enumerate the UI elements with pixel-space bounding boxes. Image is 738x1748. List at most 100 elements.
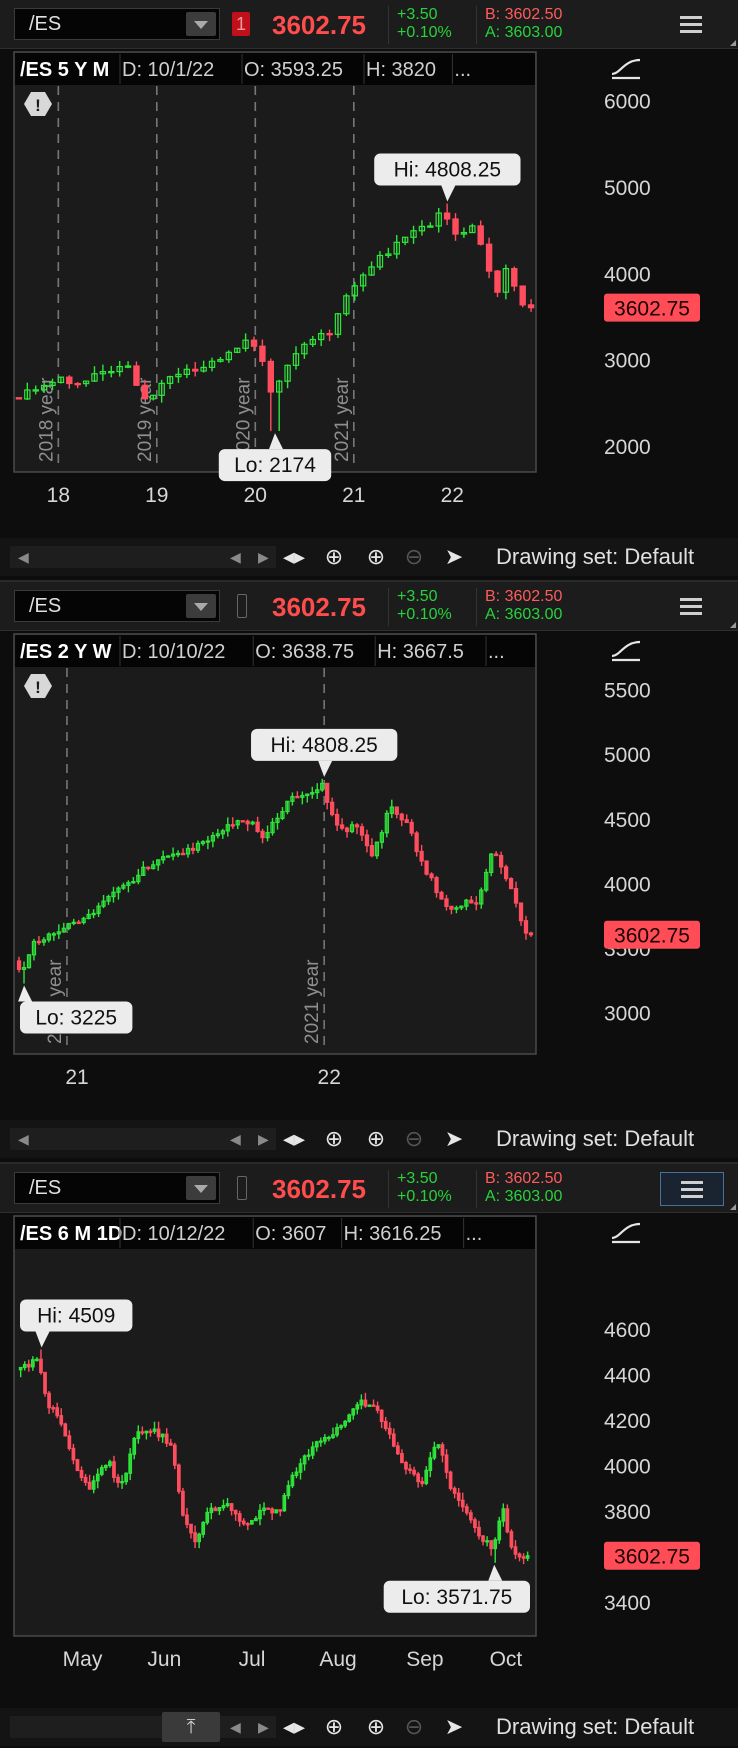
zoom-in-icon[interactable]: ⊕ bbox=[362, 1713, 390, 1741]
link-indicator[interactable] bbox=[237, 1176, 247, 1200]
bid-price: B: 3602.50 bbox=[485, 588, 563, 605]
chart-area[interactable]: /ES 5 Y M D: 10/1/22 O: 3593.25 H: 3820...!… bbox=[0, 48, 738, 544]
candle-body bbox=[140, 1431, 145, 1434]
plot-background[interactable] bbox=[13, 51, 537, 473]
symbol-dropdown-button[interactable] bbox=[186, 594, 216, 618]
scroll-left-step-icon[interactable]: ◀ bbox=[230, 1717, 241, 1737]
scroll-left-step-icon[interactable]: ◀ bbox=[230, 1129, 241, 1149]
high-callout-text: Hi: 4808.25 bbox=[270, 734, 377, 757]
plot-background[interactable] bbox=[13, 633, 537, 1055]
studies-button[interactable] bbox=[606, 1218, 646, 1248]
last-price-bubble-text: 3602.75 bbox=[614, 1546, 690, 1569]
expand-time-icon[interactable]: ◂▸ bbox=[280, 1713, 308, 1741]
zoom-out-icon[interactable]: ⊖ bbox=[400, 1125, 428, 1153]
low-callout-text: Lo: 3571.75 bbox=[401, 1586, 512, 1609]
chart-header-field: H: 3616.25 bbox=[344, 1223, 442, 1245]
x-tick-label: May bbox=[63, 1648, 103, 1671]
chart-header: /ES 6 M 1D D: 10/12/22 O: 3607 H: 3616.25..… bbox=[15, 1217, 535, 1249]
expand-time-icon[interactable]: ◂▸ bbox=[280, 543, 308, 571]
net-change: +3.50 bbox=[397, 6, 438, 23]
candle-body bbox=[325, 782, 330, 803]
candle-body bbox=[528, 932, 534, 936]
pct-change: +0.10% bbox=[397, 606, 452, 623]
menu-button[interactable] bbox=[660, 1172, 724, 1206]
candle-body bbox=[456, 1492, 461, 1501]
pointer-icon[interactable]: ➤ bbox=[440, 543, 468, 571]
chart-panel-1: /ES 1 3602.75 +3.50 +0.10% B: 3602.50 A:… bbox=[0, 0, 738, 582]
scroll-right-step-icon[interactable]: ▶ bbox=[258, 547, 269, 567]
resize-corner-icon[interactable] bbox=[730, 622, 736, 628]
studies-button-hit[interactable] bbox=[606, 636, 646, 666]
y-tick-label: 2000 bbox=[604, 436, 651, 459]
candle-body bbox=[51, 1407, 55, 1410]
candle-body bbox=[419, 850, 424, 862]
scroll-right-step-icon[interactable]: ▶ bbox=[258, 1129, 269, 1149]
candle-body bbox=[404, 819, 409, 824]
crosshair-icon[interactable]: ⊕ bbox=[320, 1125, 348, 1153]
studies-button-hit[interactable] bbox=[606, 54, 646, 84]
drawing-set-label[interactable]: Drawing set: Default bbox=[496, 1125, 694, 1153]
scroll-left-arrow-icon[interactable]: ◀ bbox=[18, 1129, 29, 1149]
zoom-in-icon[interactable]: ⊕ bbox=[362, 543, 390, 571]
zoom-out-icon[interactable]: ⊖ bbox=[400, 543, 428, 571]
candle-body bbox=[15, 397, 23, 400]
candle-body bbox=[148, 1430, 153, 1434]
candle-body bbox=[83, 1476, 88, 1483]
menu-button[interactable] bbox=[660, 590, 724, 624]
chart-header-field: H: 3820 bbox=[366, 59, 436, 81]
pan-to-end-button[interactable]: ⤒ bbox=[162, 1712, 220, 1742]
symbol-dropdown-button[interactable] bbox=[186, 1176, 216, 1200]
candle-body bbox=[259, 345, 266, 362]
candle-body bbox=[172, 1444, 177, 1466]
pointer-icon[interactable]: ➤ bbox=[440, 1125, 468, 1153]
resize-corner-icon[interactable] bbox=[730, 40, 736, 46]
symbol-dropdown-button[interactable] bbox=[186, 12, 216, 36]
candle-body bbox=[400, 1453, 404, 1464]
drawing-set-label[interactable]: Drawing set: Default bbox=[496, 1713, 694, 1741]
pointer-icon[interactable]: ➤ bbox=[440, 1713, 468, 1741]
chart-header-field: ... bbox=[488, 641, 505, 663]
crosshair-icon[interactable]: ⊕ bbox=[320, 1713, 348, 1741]
candle-body bbox=[87, 1481, 92, 1490]
studies-button-hit[interactable] bbox=[606, 1218, 646, 1248]
scroll-left-arrow-icon[interactable]: ◀ bbox=[18, 547, 29, 567]
resize-corner-icon[interactable] bbox=[730, 1204, 736, 1210]
chart-area[interactable]: /ES 6 M 1D D: 10/12/22 O: 3607 H: 3616.25..… bbox=[0, 1212, 738, 1708]
y-tick-label: 5000 bbox=[604, 744, 651, 767]
candle-body bbox=[168, 1442, 173, 1446]
zoom-out-icon[interactable]: ⊖ bbox=[400, 1713, 428, 1741]
plot-background[interactable] bbox=[13, 1215, 537, 1637]
chart-header-field: O: 3607 bbox=[255, 1223, 326, 1245]
candle-body bbox=[124, 365, 132, 368]
scroll-right-step-icon[interactable]: ▶ bbox=[258, 1717, 269, 1737]
candle-body bbox=[250, 339, 258, 347]
link-indicator[interactable]: 1 bbox=[232, 12, 250, 36]
hamburger-icon-line bbox=[680, 605, 702, 608]
crosshair-icon[interactable]: ⊕ bbox=[320, 543, 348, 571]
candle-body bbox=[260, 830, 265, 839]
y-tick-label: 3000 bbox=[604, 1003, 651, 1026]
studies-button[interactable] bbox=[606, 54, 646, 84]
x-tick-label: Aug bbox=[319, 1648, 356, 1671]
scroll-left-step-icon[interactable]: ◀ bbox=[230, 547, 241, 567]
studies-button[interactable] bbox=[606, 636, 646, 666]
expand-time-icon[interactable]: ◂▸ bbox=[280, 1125, 308, 1153]
link-indicator[interactable] bbox=[237, 594, 247, 618]
low-callout-text: Lo: 3225 bbox=[35, 1007, 117, 1030]
menu-button[interactable] bbox=[660, 8, 724, 42]
candle-body bbox=[63, 1423, 68, 1437]
net-change: +3.50 bbox=[397, 588, 438, 605]
candle-body bbox=[156, 1428, 161, 1438]
last-price-bubble: 3602.75 bbox=[604, 293, 700, 322]
candle-body bbox=[448, 1471, 453, 1490]
candle-body bbox=[35, 1358, 39, 1362]
candle-body bbox=[354, 824, 360, 828]
bid-ask-box: B: 3602.50 A: 3603.00 bbox=[476, 6, 595, 44]
zoom-in-icon[interactable]: ⊕ bbox=[362, 1125, 390, 1153]
candle-body bbox=[270, 1508, 274, 1514]
candle-body bbox=[367, 1404, 372, 1407]
chart-area[interactable]: /ES 2 Y W D: 10/10/22 O: 3638.75 H: 3667.5.… bbox=[0, 630, 738, 1126]
candle-body bbox=[503, 866, 509, 880]
candle-body bbox=[16, 960, 22, 970]
drawing-set-label[interactable]: Drawing set: Default bbox=[496, 543, 694, 571]
